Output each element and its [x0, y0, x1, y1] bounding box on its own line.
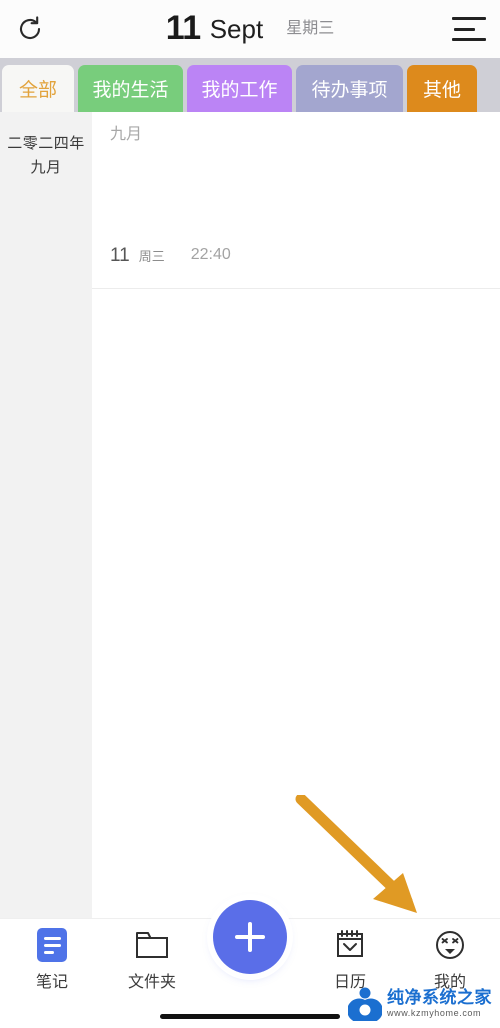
- tab-life[interactable]: 我的生活: [78, 65, 183, 112]
- face-icon: [433, 925, 467, 965]
- note-list-panel: 九月 11 周三 22:40: [92, 112, 500, 918]
- watermark-logo-icon: [348, 987, 382, 1021]
- title-month: Sept: [209, 14, 264, 44]
- category-tabs: 全部 我的生活 我的工作 待办事项 其他: [0, 58, 500, 112]
- watermark: 纯净系统之家 www.kzmyhome.com: [348, 982, 500, 1024]
- tab-work[interactable]: 我的工作: [187, 65, 292, 112]
- nav-label-folder: 文件夹: [127, 974, 176, 991]
- month-sidebar[interactable]: 二零二四年 九月: [0, 112, 92, 918]
- app-screen: 11 Sept 星期三 全部 我的生活 我的工作 待办事项 其他 二零二四年 九…: [0, 0, 500, 1028]
- title-day: 11: [165, 9, 201, 47]
- date-title: 11 Sept 星期三: [0, 0, 500, 58]
- sidebar-month-text: 九月: [30, 159, 62, 176]
- home-indicator[interactable]: [160, 1014, 340, 1019]
- nav-item-notes[interactable]: 笔记: [2, 925, 102, 997]
- content-month-header: 九月: [110, 126, 143, 143]
- hamburger-menu-icon[interactable]: [450, 14, 488, 44]
- app-header: 11 Sept 星期三: [0, 0, 500, 58]
- entry-time: 22:40: [190, 246, 231, 263]
- notes-icon: [37, 925, 67, 965]
- main-body: 二零二四年 九月 九月 11 周三 22:40: [0, 112, 500, 918]
- title-weekday: 星期三: [286, 20, 335, 37]
- nav-label-notes: 笔记: [35, 974, 68, 991]
- tab-todo[interactable]: 待办事项: [296, 65, 403, 112]
- calendar-icon: [333, 925, 367, 965]
- sidebar-month-label: 二零二四年 九月: [0, 132, 92, 180]
- sidebar-year-text: 二零二四年: [7, 135, 85, 152]
- entry-weekday: 周三: [138, 249, 165, 264]
- tab-all[interactable]: 全部: [2, 65, 74, 112]
- plus-icon-horizontal: [235, 935, 265, 939]
- list-item[interactable]: 11 周三 22:40: [92, 245, 500, 289]
- watermark-title: 纯净系统之家: [387, 987, 492, 1007]
- add-button[interactable]: [213, 900, 287, 974]
- entry-day: 11: [110, 245, 130, 266]
- tab-other[interactable]: 其他: [407, 65, 477, 112]
- nav-item-folder[interactable]: 文件夹: [102, 925, 202, 997]
- watermark-url: www.kzmyhome.com: [387, 1007, 482, 1018]
- folder-icon: [134, 925, 170, 965]
